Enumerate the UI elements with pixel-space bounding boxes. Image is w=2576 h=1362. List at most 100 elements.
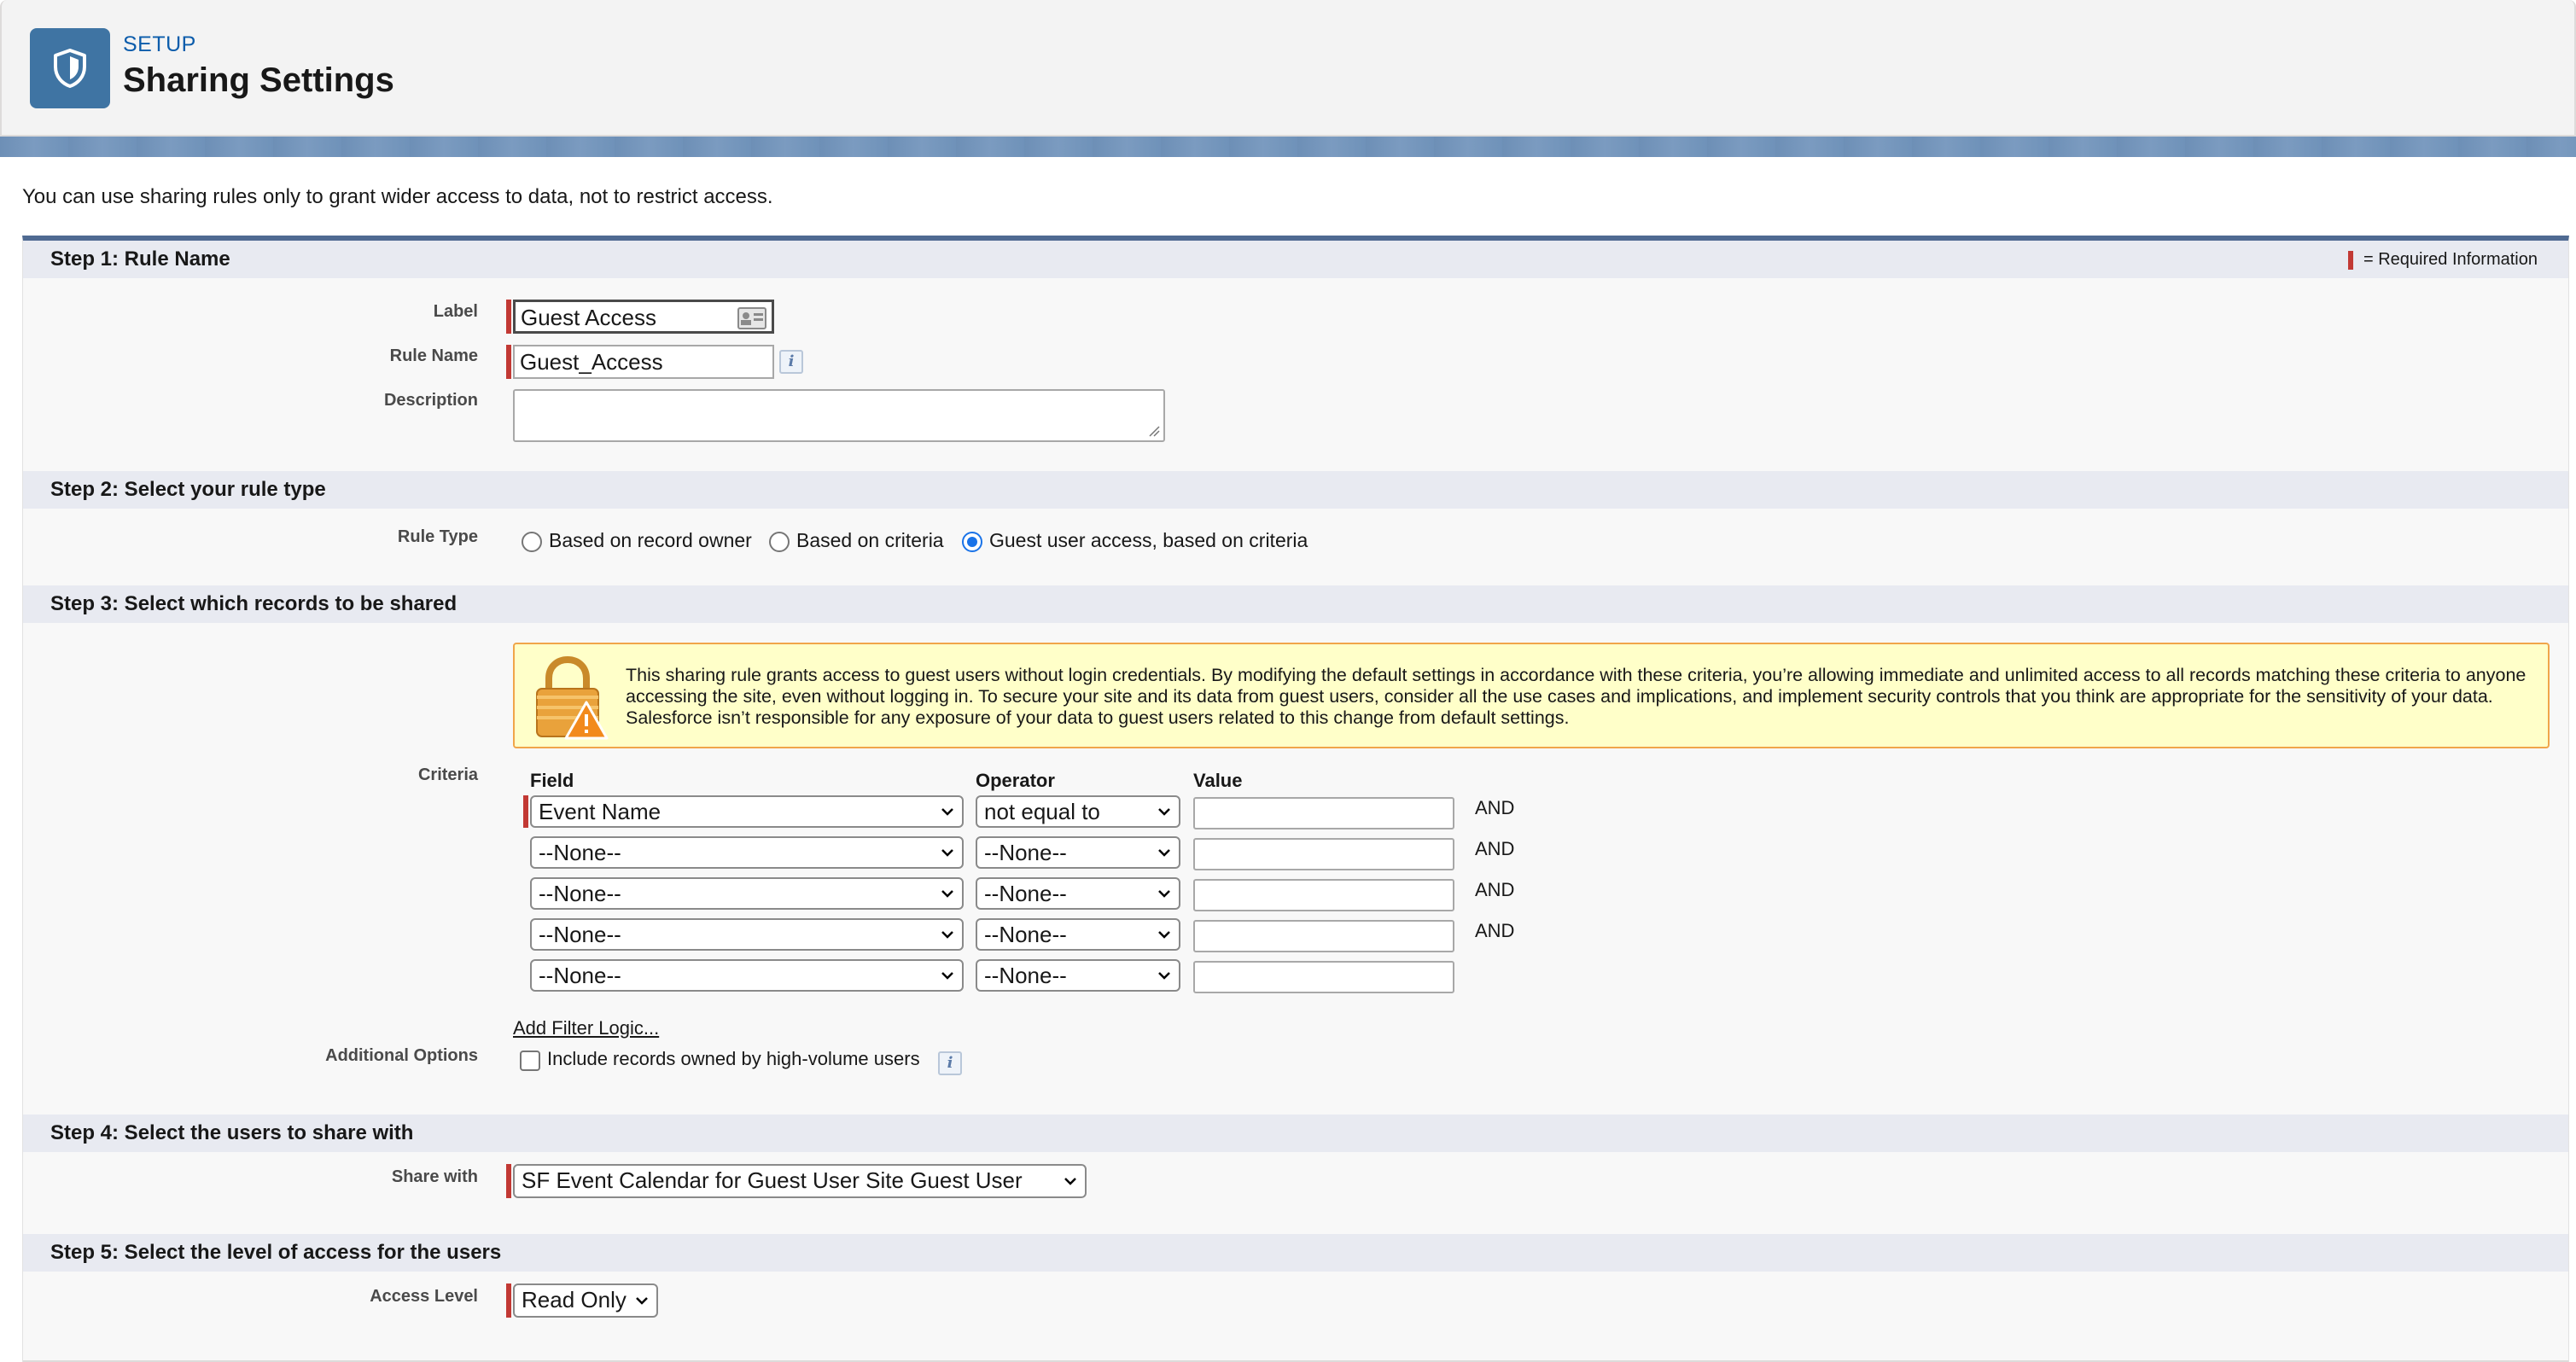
criteria-field-select[interactable]: --None--	[530, 836, 964, 869]
required-marker	[506, 300, 511, 334]
chevron-down-icon	[636, 1297, 648, 1305]
radio-record-owner-label[interactable]: Based on record owner	[549, 529, 752, 552]
label-input-value: Guest Access	[521, 305, 656, 330]
criteria-operator-select[interactable]: --None--	[976, 959, 1180, 992]
required-marker	[506, 1164, 511, 1198]
required-marker	[506, 1283, 511, 1318]
criteria-field-value: Event Name	[539, 799, 661, 824]
step3-header: Step 3: Select which records to be share…	[23, 585, 2568, 623]
chevron-down-icon	[941, 808, 953, 816]
radio-guest-user-access[interactable]	[962, 532, 982, 552]
operator-column-header: Operator	[976, 770, 1055, 791]
criteria-field-value: --None--	[539, 840, 621, 865]
criteria-field-select[interactable]: --None--	[530, 918, 964, 951]
radio-criteria[interactable]	[769, 532, 790, 552]
high-volume-checkbox-label[interactable]: Include records owned by high-volume use…	[547, 1048, 920, 1070]
criteria-field-select[interactable]: --None--	[530, 877, 964, 910]
required-marker	[2347, 250, 2353, 270]
criteria-field-select[interactable]: Event Name	[530, 795, 964, 828]
criteria-operator-select[interactable]: --None--	[976, 918, 1180, 951]
description-textarea[interactable]	[513, 389, 1165, 442]
lock-warning-icon	[536, 655, 609, 740]
chevron-down-icon	[941, 972, 953, 980]
step2-title: Step 2: Select your rule type	[50, 478, 326, 501]
criteria-value-input[interactable]	[1193, 797, 1454, 829]
criteria-field-value: --None--	[539, 922, 621, 947]
criteria-operator-value: --None--	[984, 840, 1067, 865]
step4-header: Step 4: Select the users to share with	[23, 1115, 2568, 1152]
access-level-value: Read Only	[522, 1287, 627, 1313]
step5-title: Step 5: Select the level of access for t…	[50, 1241, 502, 1264]
radio-guest-user-access-label[interactable]: Guest user access, based on criteria	[989, 529, 1308, 552]
criteria-operator-select[interactable]: not equal to	[976, 795, 1180, 828]
info-icon[interactable]: i	[779, 350, 803, 374]
criteria-operator-value: --None--	[984, 963, 1067, 988]
and-label: AND	[1475, 879, 1515, 900]
criteria-label: Criteria	[417, 765, 478, 784]
required-legend: = Required Information	[2347, 241, 2538, 278]
label-field-label: Label	[433, 302, 478, 321]
step2-header: Step 2: Select your rule type	[23, 471, 2568, 509]
criteria-operator-select[interactable]: --None--	[976, 836, 1180, 869]
chevron-down-icon	[1158, 931, 1170, 939]
label-input[interactable]: Guest Access	[513, 300, 774, 334]
criteria-field-value: --None--	[539, 881, 621, 906]
contact-card-icon[interactable]	[737, 307, 766, 329]
criteria-value-input[interactable]	[1193, 920, 1454, 952]
and-label: AND	[1475, 920, 1515, 941]
shield-icon	[30, 28, 110, 108]
step1-header: Step 1: Rule Name = Required Information	[23, 241, 2568, 278]
access-level-label: Access Level	[370, 1287, 478, 1306]
criteria-value-input[interactable]	[1193, 879, 1454, 911]
chevron-down-icon	[1158, 849, 1170, 857]
field-column-header: Field	[530, 770, 574, 791]
step3-title: Step 3: Select which records to be share…	[50, 592, 458, 615]
criteria-value-input[interactable]	[1193, 961, 1454, 993]
chevron-down-icon	[1158, 808, 1170, 816]
radio-criteria-label[interactable]: Based on criteria	[796, 529, 944, 552]
additional-options-label: Additional Options	[325, 1046, 478, 1065]
share-with-value: SF Event Calendar for Guest User Site Gu…	[522, 1167, 1023, 1193]
rule-name-input[interactable]: Guest_Access	[513, 345, 774, 379]
required-marker	[523, 795, 528, 828]
value-column-header: Value	[1193, 770, 1243, 791]
chevron-down-icon	[941, 931, 953, 939]
criteria-operator-value: not equal to	[984, 799, 1100, 824]
required-legend-text: = Required Information	[2363, 250, 2538, 269]
criteria-operator-select[interactable]: --None--	[976, 877, 1180, 910]
sharing-rule-form: Step 1: Rule Name = Required Information…	[22, 236, 2569, 1362]
criteria-operator-value: --None--	[984, 881, 1067, 906]
share-with-label: Share with	[391, 1167, 478, 1186]
chevron-down-icon	[941, 890, 953, 898]
criteria-field-value: --None--	[539, 963, 621, 988]
chevron-down-icon	[941, 849, 953, 857]
page-header: SETUP Sharing Settings	[0, 0, 2576, 137]
criteria-value-input[interactable]	[1193, 838, 1454, 870]
and-label: AND	[1475, 797, 1515, 818]
header-banner	[0, 137, 2576, 157]
step1-title: Step 1: Rule Name	[50, 247, 230, 271]
rule-name-field-label: Rule Name	[389, 346, 478, 365]
warning-text: This sharing rule grants access to guest…	[626, 665, 2526, 728]
high-volume-checkbox[interactable]	[520, 1051, 540, 1071]
chevron-down-icon	[1064, 1178, 1076, 1185]
rule-type-label: Rule Type	[397, 527, 478, 546]
add-filter-logic-link[interactable]: Add Filter Logic...	[513, 1017, 659, 1039]
step4-title: Step 4: Select the users to share with	[50, 1121, 414, 1144]
guest-access-warning: This sharing rule grants access to guest…	[513, 643, 2550, 748]
criteria-operator-value: --None--	[984, 922, 1067, 947]
step5-header: Step 5: Select the level of access for t…	[23, 1234, 2568, 1272]
info-icon[interactable]: i	[938, 1051, 962, 1075]
chevron-down-icon	[1158, 972, 1170, 980]
radio-record-owner[interactable]	[522, 532, 542, 552]
required-marker	[506, 345, 511, 379]
chevron-down-icon	[1158, 890, 1170, 898]
description-field-label: Description	[383, 391, 478, 410]
share-with-select[interactable]: SF Event Calendar for Guest User Site Gu…	[513, 1164, 1087, 1198]
breadcrumb[interactable]: SETUP	[123, 32, 196, 57]
criteria-field-select[interactable]: --None--	[530, 959, 964, 992]
page-title: Sharing Settings	[123, 61, 394, 99]
access-level-select[interactable]: Read Only	[513, 1283, 658, 1318]
resize-grip-icon[interactable]	[1148, 425, 1160, 437]
and-label: AND	[1475, 838, 1515, 859]
